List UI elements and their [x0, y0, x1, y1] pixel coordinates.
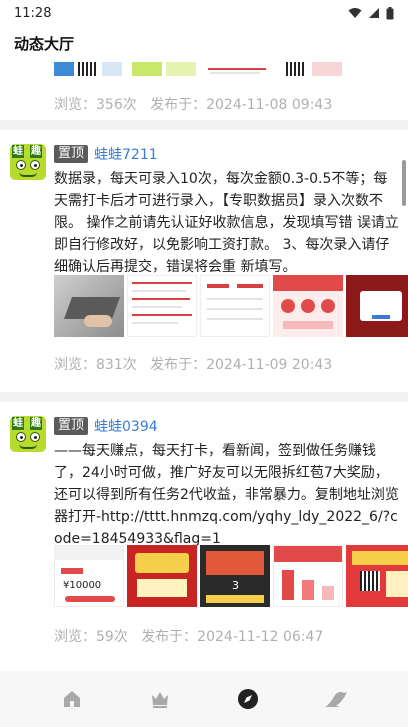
post-image[interactable]	[54, 275, 124, 337]
feed-list[interactable]: 浏览：356次 发布于：2024-11-08 09:43 蛙 趣 置顶 蛙蛙72…	[0, 60, 408, 671]
nav-profile[interactable]	[316, 679, 356, 719]
post-image[interactable]	[273, 545, 343, 607]
post-header: 置顶 蛙蛙0394	[54, 416, 158, 436]
publish-time: 发布于：2024-11-08 09:43	[150, 97, 333, 113]
post-body: ——每天赚点，每天打卡，看新闻，签到做任务赚钱了，24小时可做，推广好友可以无限…	[54, 443, 399, 547]
avatar[interactable]: 蛙 趣	[10, 416, 46, 452]
compass-icon	[238, 689, 258, 709]
divider	[0, 120, 408, 130]
feed-post[interactable]: 浏览：356次 发布于：2024-11-08 09:43	[0, 60, 408, 120]
post-image[interactable]	[346, 545, 408, 607]
pinned-badge: 置顶	[54, 145, 89, 163]
publish-time: 发布于：2024-11-09 20:43	[150, 357, 333, 373]
post-image[interactable]	[202, 60, 272, 78]
post-image[interactable]: ¥10000	[54, 545, 124, 607]
post-meta: 浏览：59次 发布于：2024-11-12 06:47	[54, 626, 323, 646]
wifi-icon	[348, 8, 362, 18]
page-title: 动态大厅	[14, 34, 75, 53]
post-meta: 浏览：356次 发布于：2024-11-08 09:43	[54, 94, 332, 114]
view-count: 浏览：831次	[54, 357, 137, 373]
post-image[interactable]	[273, 275, 343, 337]
bottom-nav	[0, 671, 408, 727]
post-image-row	[54, 60, 346, 78]
app-header: 动态大厅	[0, 26, 408, 60]
pinned-badge: 置顶	[54, 417, 89, 435]
status-bar: 11:28	[0, 0, 408, 26]
scrollbar[interactable]	[402, 160, 406, 206]
nav-discover[interactable]	[228, 679, 268, 719]
feed-post[interactable]: 蛙 趣 置顶 蛙蛙0394 ——每天赚点，每天打卡，看新闻，签到做任务赚钱了，2…	[0, 402, 408, 671]
post-meta: 浏览：831次 发布于：2024-11-09 20:43	[54, 354, 332, 374]
avatar[interactable]: 蛙 趣	[10, 144, 46, 180]
post-header: 置顶 蛙蛙7211	[54, 144, 158, 164]
publish-time: 发布于：2024-11-12 06:47	[141, 629, 324, 645]
nav-ranking[interactable]	[140, 679, 180, 719]
avatar-char: 蛙	[12, 145, 24, 158]
post-image[interactable]: 3	[200, 545, 270, 607]
post-image[interactable]	[346, 275, 408, 337]
view-count: 浏览：59次	[54, 629, 128, 645]
author-name[interactable]: 蛙蛙7211	[94, 144, 158, 164]
nav-home[interactable]	[52, 679, 92, 719]
post-image[interactable]	[276, 60, 346, 78]
post-image[interactable]	[127, 275, 197, 337]
signal-icon	[369, 8, 379, 18]
avatar-char: 趣	[30, 145, 42, 158]
crown-icon	[152, 692, 168, 708]
author-name[interactable]: 蛙蛙0394	[94, 416, 158, 436]
feed-post[interactable]: 蛙 趣 置顶 蛙蛙7211 数据录，每天可录入10次，每次金额0.3-0.5不等…	[0, 130, 408, 392]
thumb-index-badge: 3	[232, 579, 239, 592]
post-image[interactable]	[54, 60, 124, 78]
avatar-char: 趣	[30, 417, 42, 430]
battery-icon	[386, 6, 394, 19]
post-image[interactable]	[127, 545, 197, 607]
thumb-amount: ¥10000	[63, 580, 102, 591]
post-image[interactable]	[200, 275, 270, 337]
divider	[0, 392, 408, 402]
view-count: 浏览：356次	[54, 97, 137, 113]
status-time: 11:28	[14, 5, 52, 21]
post-image-row: ¥10000 3	[54, 545, 408, 607]
post-image-row	[54, 275, 408, 337]
frog-icon	[325, 691, 347, 707]
post-body: 数据录，每天可录入10次，每次金额0.3-0.5不等；每天需打卡后才可进行录入，…	[54, 171, 399, 275]
home-icon	[64, 691, 80, 707]
status-icons	[348, 6, 394, 20]
post-image[interactable]	[128, 60, 198, 78]
avatar-char: 蛙	[12, 417, 24, 430]
